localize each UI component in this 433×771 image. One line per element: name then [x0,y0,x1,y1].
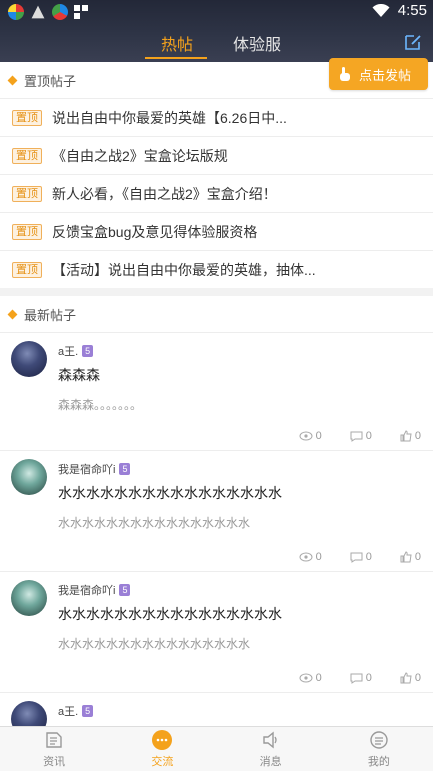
grid-notification-icon [74,5,88,19]
thumbs-up-icon [400,672,412,684]
level-badge: 5 [82,345,94,357]
active-tab-indicator [145,57,207,59]
pinned-badge: 置顶 [12,147,42,164]
post-title: 水水水水水水水水水水水水水水水水 [58,485,282,501]
pinned-post-title: 《自由之战2》宝盒论坛版规 [52,147,228,164]
profile-icon [368,729,390,751]
post-title: 水水水水水水水水水水水水水水水水 [58,606,282,622]
avatar[interactable] [11,459,47,495]
level-badge: 5 [82,705,94,717]
pinned-section: 置顶帖子 置顶 说出自由中你最爱的英雄【6.26日中... 置顶 《自由之战2》… [0,62,433,288]
post-stats: 0 0 0 [299,430,421,442]
nav-label: 资讯 [43,756,66,768]
latest-section: 最新帖子 a王. 5 森森森 森森森。。。。。。。 0 0 0 我是宿命吖i 5… [0,296,433,726]
nav-messages[interactable]: 消息 [217,727,325,771]
post-item[interactable]: a王. 5 [0,692,433,726]
pinned-post-row[interactable]: 置顶 说出自由中你最爱的英雄【6.26日中... [0,98,433,136]
pinned-post-title: 说出自由中你最爱的英雄【6.26日中... [52,109,287,126]
username[interactable]: a王. [58,343,78,359]
level-badge: 5 [119,463,131,475]
hand-pointer-icon [337,66,353,82]
diamond-icon [7,75,18,85]
avatar[interactable] [11,341,47,377]
pinned-badge: 置顶 [12,261,42,278]
comment-count: 0 [365,430,372,442]
tab-hot-posts[interactable]: 热帖 [161,31,193,55]
comment-count: 0 [365,672,372,684]
eye-icon [299,673,313,683]
app-notification-icon [52,4,68,20]
section-title: 置顶帖子 [24,73,77,89]
section-header: 最新帖子 [0,296,433,332]
nav-label: 交流 [151,756,174,768]
diamond-icon [7,309,18,319]
speaker-icon [260,729,282,751]
eye-icon [299,552,313,562]
post-item[interactable]: 我是宿命吖i 5 水水水水水水水水水水水水水水水水 水水水水水水水水水水水水水水… [0,450,433,571]
pinned-badge: 置顶 [12,185,42,202]
wifi-icon [372,3,390,18]
username[interactable]: 我是宿命吖i [58,582,115,598]
like-count: 0 [414,551,421,563]
pinned-badge: 置顶 [12,109,42,126]
bottom-nav: 资讯 交流 消息 我的 [0,726,433,771]
level-badge: 5 [119,584,131,596]
post-item[interactable]: 我是宿命吖i 5 水水水水水水水水水水水水水水水水 水水水水水水水水水水水水水水… [0,571,433,692]
like-count: 0 [414,672,421,684]
pinned-post-row[interactable]: 置顶 新人必看，《自由之战2》宝盒介绍！ [0,174,433,212]
post-excerpt: 水水水水水水水水水水水水水水水水 [58,637,251,651]
nav-news[interactable]: 资讯 [0,727,108,771]
username[interactable]: 我是宿命吖i [58,461,115,477]
pinned-post-row[interactable]: 置顶 【活动】说出自由中你最爱的英雄，抽体... [0,250,433,288]
post-excerpt: 森森森。。。。。。。 [58,398,143,412]
pinned-post-row[interactable]: 置顶 反馈宝盒bug及意见得体验服资格 [0,212,433,250]
pinned-badge: 置顶 [12,223,42,240]
top-bar: 4:55 热帖 体验服 [0,0,433,62]
nav-profile[interactable]: 我的 [325,727,433,771]
news-icon [43,729,65,751]
status-bar: 4:55 [0,0,433,24]
tab-experience-server[interactable]: 体验服 [233,31,281,55]
nav-label: 消息 [259,756,282,768]
app-notification-icon [8,4,24,20]
comment-icon [350,431,363,442]
chat-icon [151,729,173,751]
post-title: 森森森 [58,367,100,383]
pinned-post-title: 反馈宝盒bug及意见得体验服资格 [52,223,258,240]
section-title: 最新帖子 [24,307,77,323]
create-post-label: 点击发帖 [359,67,412,83]
pinned-post-row[interactable]: 置顶 《自由之战2》宝盒论坛版规 [0,136,433,174]
username[interactable]: a王. [58,703,78,719]
thumbs-up-icon [400,430,412,442]
post-stats: 0 0 0 [299,551,421,563]
status-time: 4:55 [397,2,427,19]
like-count: 0 [414,430,421,442]
view-count: 0 [315,551,322,563]
avatar[interactable] [11,701,47,726]
create-post-button[interactable]: 点击发帖 [329,58,428,90]
compose-icon[interactable] [403,32,423,52]
view-count: 0 [315,430,322,442]
pinned-post-title: 【活动】说出自由中你最爱的英雄，抽体... [52,261,316,278]
avatar[interactable] [11,580,47,616]
thumbs-up-icon [400,551,412,563]
eye-icon [299,431,313,441]
app-notification-icon [31,5,45,19]
view-count: 0 [315,672,322,684]
nav-chat[interactable]: 交流 [108,727,216,771]
post-excerpt: 水水水水水水水水水水水水水水水水 [58,516,251,530]
nav-label: 我的 [367,756,390,768]
comment-icon [350,673,363,684]
comment-count: 0 [365,551,372,563]
pinned-post-title: 新人必看，《自由之战2》宝盒介绍！ [52,185,277,202]
post-item[interactable]: a王. 5 森森森 森森森。。。。。。。 0 0 0 [0,332,433,450]
comment-icon [350,552,363,563]
header-tabs: 热帖 体验服 [0,24,433,62]
post-stats: 0 0 0 [299,672,421,684]
